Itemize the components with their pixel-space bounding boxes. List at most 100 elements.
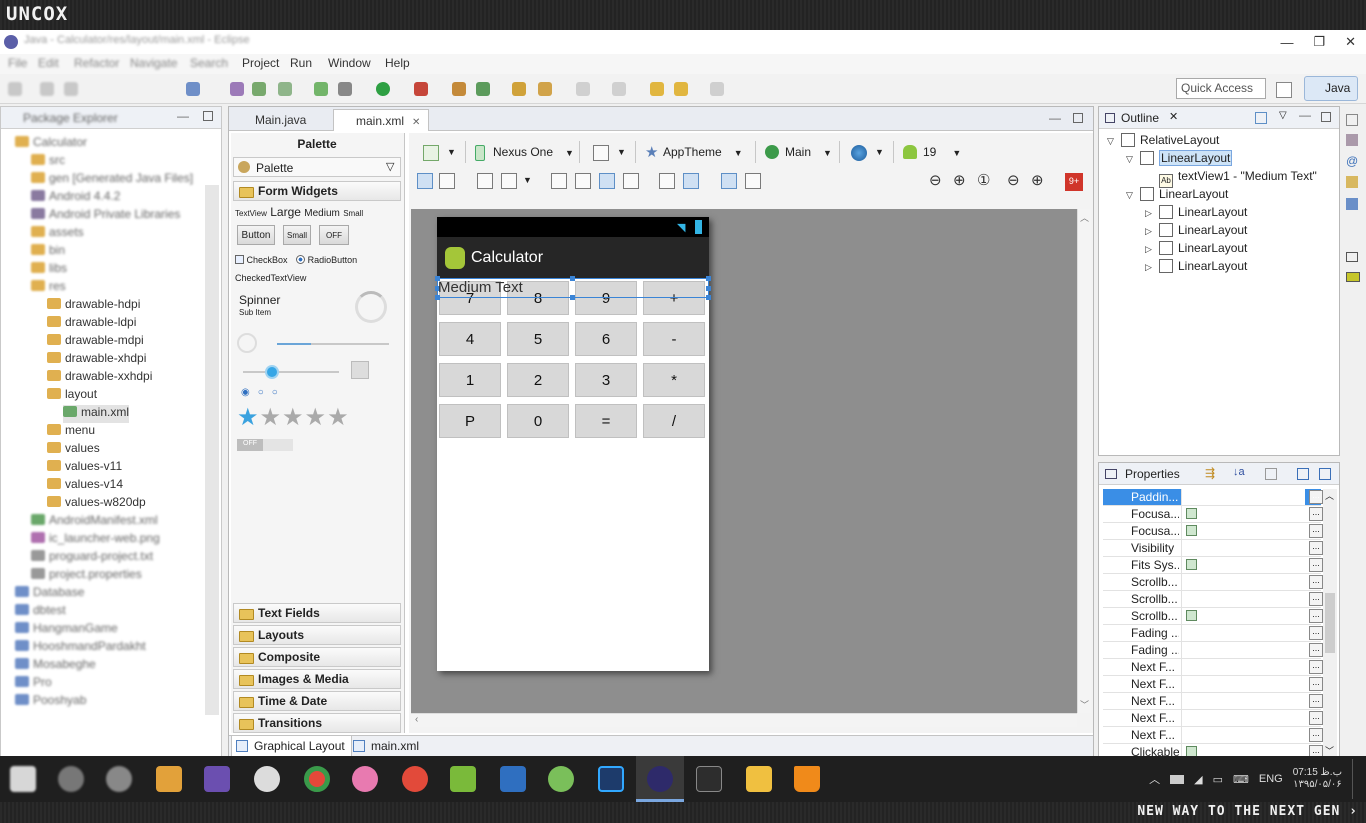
- tab-close-icon[interactable]: ✕: [412, 117, 420, 128]
- calc-key[interactable]: 5: [507, 322, 569, 356]
- taskbar-app7-icon[interactable]: [352, 766, 378, 792]
- open-perspective-icon[interactable]: [1276, 82, 1292, 98]
- javadoc-view-icon[interactable]: @: [1346, 154, 1358, 168]
- tree-item[interactable]: Mosabeghe: [15, 657, 96, 675]
- activity-dropdown[interactable]: Main ▼: [785, 139, 832, 165]
- start-icon[interactable]: [10, 766, 36, 792]
- taskbar-app5-icon[interactable]: [254, 766, 280, 792]
- zoom-real-size-icon[interactable]: ⊖: [929, 171, 942, 189]
- canvas-vertical-scrollbar[interactable]: ︿ ﹀: [1077, 209, 1091, 713]
- property-value[interactable]: [1181, 506, 1305, 522]
- tree-item[interactable]: dbtest: [15, 603, 66, 621]
- restore-view-icon[interactable]: [1346, 114, 1358, 126]
- property-row[interactable]: Paddin......: [1103, 489, 1323, 506]
- tree-item[interactable]: Android Private Libraries: [31, 207, 180, 225]
- palette-category[interactable]: Time & Date: [233, 691, 401, 711]
- tree-toggle-icon[interactable]: ▷: [1145, 208, 1159, 219]
- problems-view-icon[interactable]: [1346, 134, 1358, 146]
- menu-run[interactable]: Run: [290, 56, 312, 70]
- devices-view-icon[interactable]: [1346, 252, 1358, 262]
- android-project-icon[interactable]: [314, 82, 328, 96]
- taskbar-app3-icon[interactable]: [156, 766, 182, 792]
- menu-project[interactable]: Project: [242, 56, 279, 70]
- back-icon[interactable]: [674, 82, 688, 96]
- property-value[interactable]: [1181, 676, 1305, 692]
- tree-item[interactable]: values-w820dp: [47, 495, 146, 513]
- previous-annotation-icon[interactable]: [612, 82, 626, 96]
- tree-item[interactable]: proguard-project.txt: [31, 549, 153, 567]
- theme-dropdown[interactable]: AppTheme ▼: [663, 139, 743, 165]
- show-advanced-icon[interactable]: ⇶: [1205, 466, 1215, 480]
- palette-category[interactable]: Layouts: [233, 625, 401, 645]
- minimize-button[interactable]: —: [1280, 35, 1293, 50]
- property-value[interactable]: [1181, 642, 1305, 658]
- calc-key[interactable]: 3: [575, 363, 637, 397]
- lint-icon[interactable]: [278, 82, 292, 96]
- palette-category[interactable]: Images & Media: [233, 669, 401, 689]
- orientation-icon[interactable]: [593, 145, 609, 161]
- outline-toolbar-icon[interactable]: [1255, 112, 1267, 124]
- vertical-orientation-icon[interactable]: [683, 173, 699, 189]
- menu-navigate[interactable]: Navigate: [130, 56, 177, 70]
- menu-help[interactable]: Help: [385, 56, 410, 70]
- tree-item[interactable]: values-v11: [47, 459, 122, 477]
- android-studio-icon[interactable]: [548, 766, 574, 792]
- widget-radiogroup[interactable]: ◉○○: [241, 387, 286, 398]
- properties-scroll-thumb[interactable]: [1325, 593, 1335, 653]
- editor-tab-main-xml[interactable]: main.xml ✕: [333, 109, 430, 131]
- property-browse-button[interactable]: ...: [1309, 524, 1323, 538]
- nox-icon[interactable]: [696, 766, 722, 792]
- properties-scrollbar[interactable]: ︿ ﹀: [1323, 489, 1337, 757]
- property-browse-button[interactable]: ...: [1309, 677, 1323, 691]
- outline-item[interactable]: ▷ LinearLayout: [1145, 223, 1247, 241]
- tree-item[interactable]: HangmanGame: [15, 621, 118, 639]
- notifications-tray-icon[interactable]: ▭: [1213, 773, 1223, 786]
- restore-default-icon[interactable]: [1265, 468, 1277, 480]
- distribute-weights-icon[interactable]: [551, 173, 567, 189]
- locale-globe-icon[interactable]: [851, 145, 867, 161]
- property-checkbox[interactable]: [1186, 610, 1197, 621]
- property-value[interactable]: [1181, 625, 1305, 641]
- language-indicator[interactable]: ENG: [1259, 773, 1283, 785]
- config-icon[interactable]: [423, 145, 439, 161]
- tree-item[interactable]: bin: [31, 243, 65, 261]
- calc-key[interactable]: 4: [439, 322, 501, 356]
- property-row[interactable]: Next F......: [1103, 710, 1323, 727]
- property-row[interactable]: Focusa......: [1103, 523, 1323, 540]
- bottom-tab[interactable]: main.xml: [349, 736, 425, 757]
- tree-item[interactable]: drawable-hdpi: [47, 297, 140, 315]
- property-browse-button[interactable]: ...: [1309, 507, 1323, 521]
- tree-item[interactable]: Calculator: [15, 135, 87, 153]
- property-browse-button[interactable]: ...: [1309, 609, 1323, 623]
- property-checkbox[interactable]: [1186, 525, 1197, 536]
- package-scrollbar[interactable]: [205, 185, 219, 715]
- tree-item[interactable]: drawable-xxhdpi: [47, 369, 152, 387]
- config-dropdown-arrow[interactable]: ▼: [447, 147, 456, 157]
- canvas-horizontal-scrollbar[interactable]: ‹: [411, 713, 1077, 727]
- taskbar-app1-icon[interactable]: [58, 766, 84, 792]
- clear-weights-icon[interactable]: [599, 173, 615, 189]
- declaration-view-icon[interactable]: [1346, 176, 1358, 188]
- property-browse-button[interactable]: ...: [1309, 660, 1323, 674]
- property-browse-button[interactable]: ...: [1309, 711, 1323, 725]
- lint-warnings-icon[interactable]: 9+: [1065, 173, 1083, 191]
- save-icon[interactable]: [40, 82, 54, 96]
- property-browse-button[interactable]: ...: [1309, 575, 1323, 589]
- calc-key[interactable]: 6: [575, 322, 637, 356]
- outline-item[interactable]: ▷ LinearLayout: [1145, 241, 1247, 259]
- outline-item[interactable]: ▽ RelativeLayout: [1107, 133, 1219, 151]
- tree-toggle-icon[interactable]: ▽: [1126, 190, 1140, 201]
- collapse-all-icon[interactable]: [1319, 468, 1331, 480]
- java-perspective-button[interactable]: Java: [1304, 76, 1358, 101]
- pointer-icon[interactable]: [186, 82, 200, 96]
- outline-close-icon[interactable]: ✕: [1169, 110, 1178, 123]
- layout-width-icon[interactable]: [721, 173, 737, 189]
- widget-ratingbar[interactable]: ★★★★★: [237, 403, 350, 432]
- widget-small[interactable]: Small: [343, 209, 363, 218]
- vlc-icon[interactable]: [794, 766, 820, 792]
- logcat-view-icon[interactable]: [1346, 272, 1360, 282]
- property-checkbox[interactable]: [1186, 559, 1197, 570]
- property-value[interactable]: [1181, 557, 1305, 573]
- margins-icon[interactable]: [477, 173, 493, 189]
- taskbar-app10-icon[interactable]: [500, 766, 526, 792]
